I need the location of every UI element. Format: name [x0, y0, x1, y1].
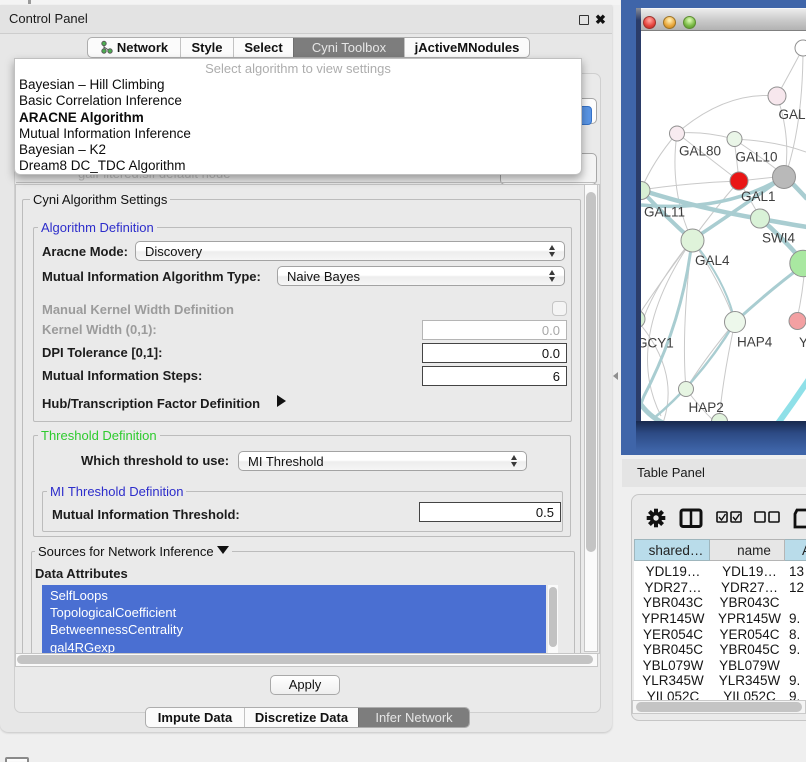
svg-text:HAP4: HAP4: [737, 335, 773, 350]
svg-text:GAL7: GAL7: [779, 107, 806, 122]
svg-text:GAL1: GAL1: [741, 189, 776, 204]
svg-text:GCY1: GCY1: [641, 336, 674, 351]
svg-text:HAP2: HAP2: [689, 400, 724, 415]
svg-text:Y: Y: [799, 335, 806, 350]
svg-text:GAL10: GAL10: [736, 150, 778, 165]
svg-text:SWI4: SWI4: [762, 231, 795, 246]
svg-text:GAL80: GAL80: [679, 144, 721, 159]
svg-text:GAL11: GAL11: [644, 205, 685, 220]
svg-text:GAL4: GAL4: [695, 253, 730, 268]
